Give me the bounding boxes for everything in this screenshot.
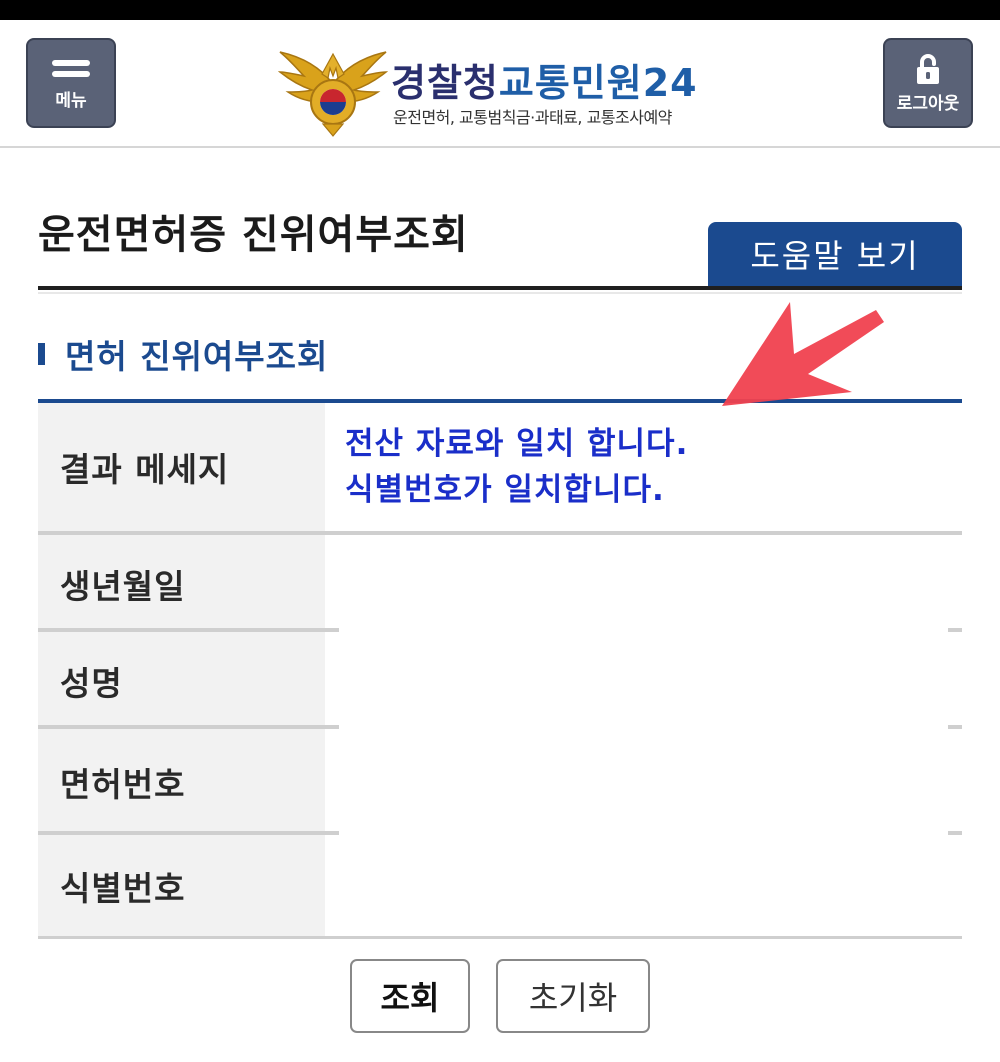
brand-tagline: 운전면허, 교통범칙금·과태료, 교통조사예약 — [393, 108, 672, 127]
section-title: 면허 진위여부조회 — [65, 337, 329, 376]
action-buttons: 조회 초기화 — [0, 959, 1000, 1033]
logout-label: 로그아웃 — [896, 93, 960, 114]
result-table: 결과 메세지 전산 자료와 일치 합니다. 식별번호가 일치합니다. 생년월일 … — [38, 399, 962, 939]
title-divider — [38, 286, 962, 290]
row-label-result: 결과 메세지 — [38, 403, 325, 531]
logout-button[interactable]: 로그아웃 — [883, 38, 973, 128]
status-bar — [0, 0, 1000, 20]
row-label-id-number: 식별번호 — [38, 835, 325, 936]
row-value-license-number — [325, 729, 962, 835]
title-divider-shadow — [38, 292, 962, 294]
table-row-result: 결과 메세지 전산 자료와 일치 합니다. 식별번호가 일치합니다. — [38, 403, 962, 535]
hamburger-icon — [52, 55, 90, 82]
table-row-birthdate: 생년월일 — [38, 535, 962, 632]
row-label-birthdate: 생년월일 — [38, 535, 325, 632]
row-value-name — [325, 632, 962, 729]
section-bar-icon — [38, 343, 45, 365]
row-value-birthdate — [325, 535, 962, 632]
menu-button[interactable]: 메뉴 — [26, 38, 116, 128]
result-message-line-1: 전산 자료와 일치 합니다. — [345, 426, 689, 462]
result-message-line-2: 식별번호가 일치합니다. — [345, 472, 665, 508]
brand-title: 경찰청교통민원24 — [391, 52, 698, 107]
row-value-result: 전산 자료와 일치 합니다. 식별번호가 일치합니다. — [325, 403, 962, 531]
page-title: 운전면허증 진위여부조회 — [38, 212, 469, 258]
unlock-icon — [917, 53, 939, 84]
police-emblem-icon — [278, 51, 388, 137]
row-label-license-number: 면허번호 — [38, 729, 325, 835]
row-value-id-number — [325, 835, 962, 936]
app-header: 메뉴 경찰청교통민원24 운전면허, 교통범칙금·과태료, 교통조사예약 로그아… — [0, 20, 1000, 148]
help-button[interactable]: 도움말 보기 — [708, 222, 962, 286]
row-label-name: 성명 — [38, 632, 325, 729]
table-row-name: 성명 — [38, 632, 962, 729]
brand-main: 경찰청 — [391, 61, 499, 105]
search-button[interactable]: 조회 — [350, 959, 470, 1033]
table-row-license-number: 면허번호 — [38, 729, 962, 835]
section-heading: 면허 진위여부조회 — [38, 330, 328, 378]
menu-label: 메뉴 — [55, 91, 87, 111]
brand-sub: 교통민원24 — [498, 61, 698, 105]
red-arrow-annotation-icon — [722, 302, 884, 406]
site-logo[interactable]: 경찰청교통민원24 운전면허, 교통범칙금·과태료, 교통조사예약 — [278, 42, 728, 142]
table-row-id-number: 식별번호 — [38, 835, 962, 939]
reset-button[interactable]: 초기화 — [496, 959, 650, 1033]
